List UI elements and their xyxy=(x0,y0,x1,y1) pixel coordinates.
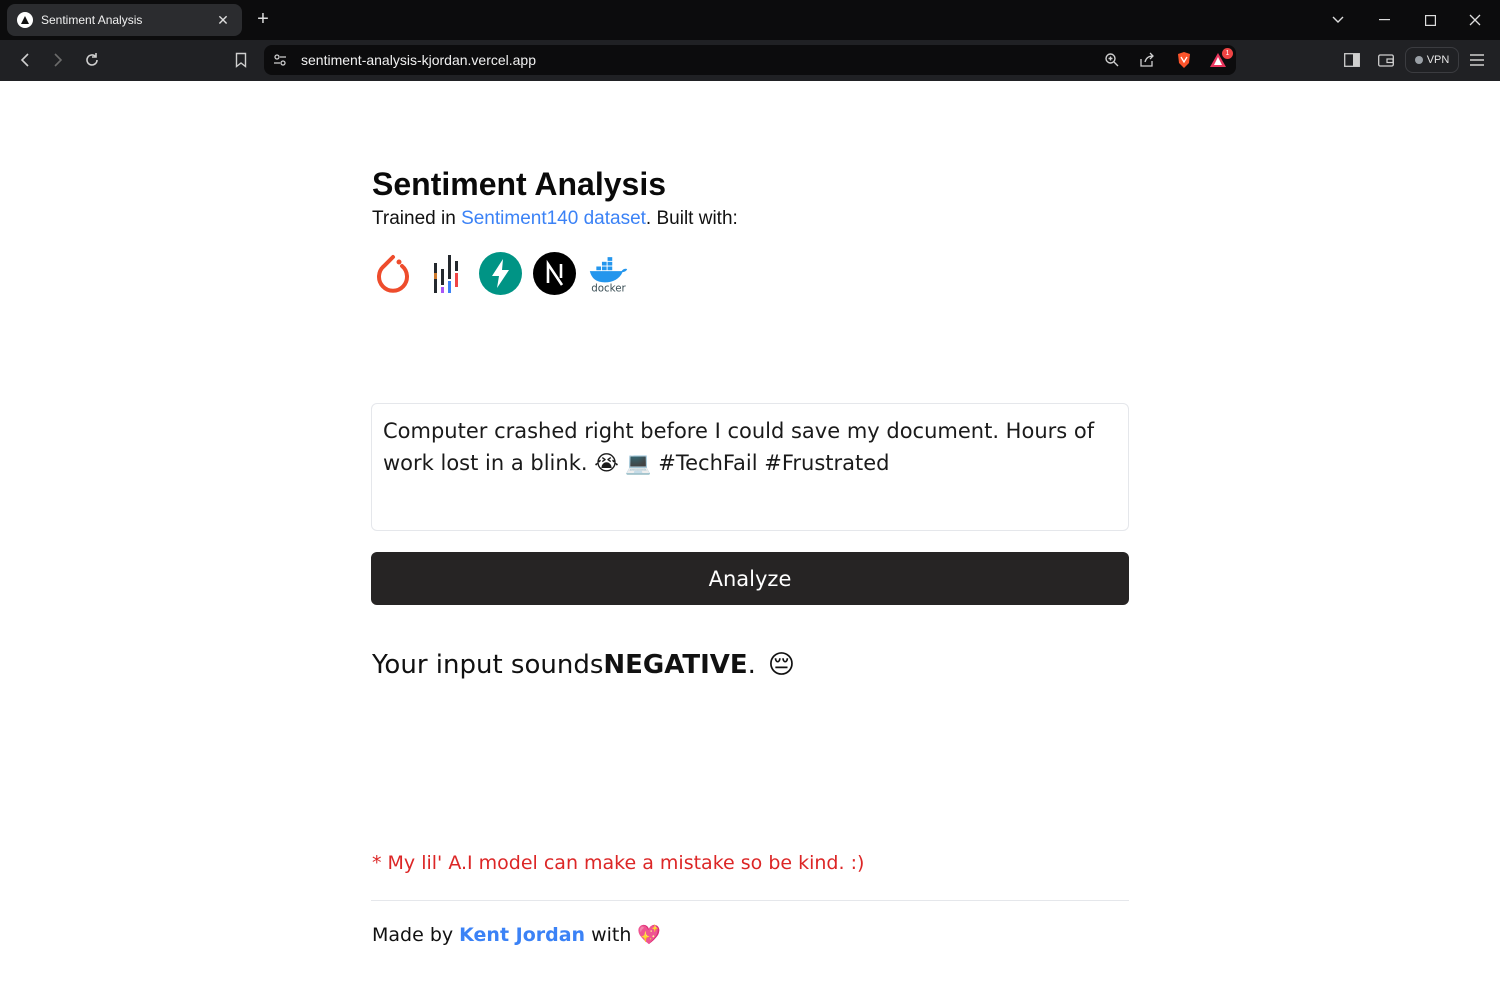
wallet-icon[interactable] xyxy=(1373,47,1399,73)
tab-search-chevron-icon[interactable] xyxy=(1320,6,1356,34)
share-icon[interactable] xyxy=(1137,50,1157,70)
sidebar-toggle-icon[interactable] xyxy=(1339,47,1365,73)
dataset-link[interactable]: Sentiment140 dataset xyxy=(461,208,646,229)
page-content: Sentiment Analysis Trained in Sentiment1… xyxy=(0,81,1500,993)
subtitle: Trained in Sentiment140 dataset. Built w… xyxy=(372,208,738,230)
vercel-favicon-icon xyxy=(17,12,33,28)
docker-icon[interactable]: docker xyxy=(587,252,630,295)
analyze-button[interactable]: Analyze xyxy=(371,552,1129,605)
footer: Made by Kent Jordan with 💖 xyxy=(372,923,662,947)
built-with-text: . Built with: xyxy=(645,208,738,229)
trained-prefix: Trained in xyxy=(372,208,462,229)
pytorch-icon[interactable] xyxy=(371,252,414,295)
docker-wordmark: docker xyxy=(591,283,626,295)
bookmark-icon[interactable] xyxy=(228,47,254,73)
footer-made-by: Made by xyxy=(372,923,454,946)
vpn-button[interactable]: VPN xyxy=(1405,47,1459,73)
brave-shields-icon[interactable] xyxy=(1174,50,1194,70)
author-link[interactable]: Kent Jordan xyxy=(459,924,585,946)
new-tab-button[interactable]: + xyxy=(252,8,274,30)
heart-icon: 💖 xyxy=(637,924,662,946)
browser-chrome: Sentiment Analysis ✕ + sentiment-analysi… xyxy=(0,0,1500,81)
polars-icon[interactable] xyxy=(425,252,468,295)
divider xyxy=(371,900,1129,901)
brave-rewards-icon[interactable]: 1 xyxy=(1208,48,1233,70)
sentiment-input[interactable]: Computer crashed right before I could sa… xyxy=(371,403,1129,531)
fastapi-icon[interactable] xyxy=(479,252,522,295)
result-text: Your input sounds NEGATIVE. 😔 xyxy=(372,650,795,680)
nextjs-icon[interactable] xyxy=(533,252,576,295)
zoom-icon[interactable] xyxy=(1102,50,1122,70)
page-title: Sentiment Analysis xyxy=(372,166,667,202)
menu-icon[interactable] xyxy=(1464,47,1490,73)
notification-badge: 1 xyxy=(1222,48,1233,59)
result-prefix: Your input sounds xyxy=(372,650,604,680)
browser-tab[interactable]: Sentiment Analysis ✕ xyxy=(7,4,242,36)
result-suffix: . xyxy=(747,650,756,680)
pensive-face-icon: 😔 xyxy=(767,650,796,680)
maximize-button[interactable] xyxy=(1412,6,1448,34)
tab-title: Sentiment Analysis xyxy=(41,13,143,27)
tab-strip: Sentiment Analysis ✕ + xyxy=(0,0,1500,40)
address-bar[interactable]: sentiment-analysis-kjordan.vercel.app 1 xyxy=(264,45,1236,75)
forward-button[interactable] xyxy=(45,47,71,73)
sentiment-label: NEGATIVE xyxy=(603,650,748,680)
browser-toolbar: sentiment-analysis-kjordan.vercel.app 1 … xyxy=(0,40,1500,81)
close-tab-icon[interactable]: ✕ xyxy=(214,11,232,29)
disclaimer: * My lil' A.I model can make a mistake s… xyxy=(372,852,865,874)
vpn-status-icon xyxy=(1414,56,1423,64)
reload-button[interactable] xyxy=(79,47,105,73)
minimize-button[interactable] xyxy=(1366,6,1402,34)
vpn-label: VPN xyxy=(1426,54,1450,66)
site-settings-icon[interactable] xyxy=(272,52,288,73)
tech-stack-logos: docker xyxy=(371,252,630,295)
back-button[interactable] xyxy=(12,47,38,73)
close-window-button[interactable] xyxy=(1457,6,1493,34)
footer-with: with xyxy=(591,923,632,946)
url-text: sentiment-analysis-kjordan.vercel.app xyxy=(301,52,536,68)
